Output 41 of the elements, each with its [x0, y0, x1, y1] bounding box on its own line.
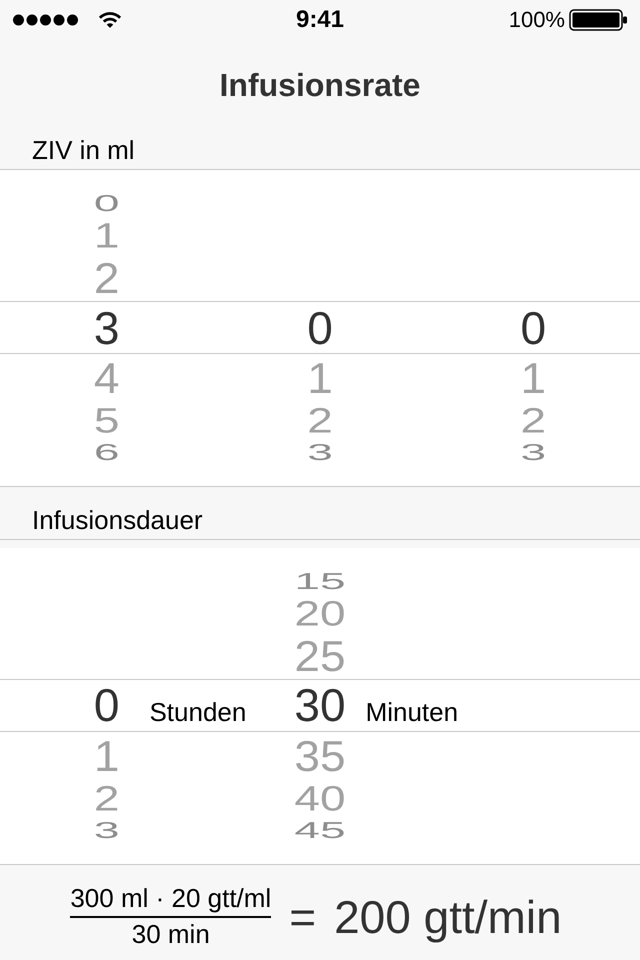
picker-value[interactable]: 2 [520, 402, 546, 438]
screen-title: Infusionsrate [220, 66, 420, 104]
unit-label: Minuten [366, 697, 458, 729]
picker-value[interactable]: 25 [294, 634, 346, 678]
unit-label: Stunden [149, 697, 246, 729]
battery-icon [569, 9, 629, 31]
picker-value[interactable]: 2 [94, 256, 120, 300]
picker-value[interactable]: 3 [307, 440, 333, 464]
picker-value[interactable]: 35 [294, 734, 346, 778]
picker-value[interactable]: 6 [94, 440, 120, 464]
picker-value[interactable]: 0 [520, 304, 546, 350]
picker-value[interactable]: 0 [94, 192, 120, 215]
picker-wheel[interactable]: 15 20 25 0 Stunden 30 Minuten 1 2 3 35 40 45 [0, 548, 640, 865]
picker-value[interactable]: 3 [520, 440, 546, 464]
formula-numerator: 300 ml · 20 gtt/ml [70, 884, 272, 913]
picker-value[interactable]: 2 [94, 780, 120, 816]
picker-value[interactable]: 1 [94, 217, 120, 252]
picker-wheel[interactable]: 0 1 2 3 0 0 4 5 6 1 2 3 1 2 3 [0, 170, 640, 487]
picker-value[interactable]: 5 [94, 402, 120, 438]
signal-icon [13, 14, 79, 26]
section-header: ZIV in ml [32, 135, 135, 165]
picker-value[interactable]: 0 [94, 682, 120, 728]
picker-value[interactable]: 1 [94, 734, 120, 778]
picker-value[interactable]: 30 [294, 682, 346, 728]
picker-value[interactable]: 4 [94, 356, 120, 400]
battery-percentage: 100% [508, 9, 565, 31]
equals-sign: = [289, 894, 316, 940]
picker-value[interactable]: 1 [307, 356, 333, 400]
section-header: Infusionsdauer [32, 505, 203, 535]
picker-value[interactable]: 40 [294, 780, 346, 816]
formula-denominator: 30 min [132, 920, 210, 949]
picker-value[interactable]: 20 [294, 595, 346, 630]
picker-value[interactable]: 2 [307, 402, 333, 438]
picker-value[interactable]: 3 [94, 304, 120, 350]
picker-value[interactable]: 3 [94, 818, 120, 842]
picker-value[interactable]: 15 [294, 570, 346, 593]
picker-value[interactable]: 0 [307, 304, 333, 350]
picker-value[interactable]: 45 [294, 818, 346, 842]
picker-value[interactable]: 1 [520, 356, 546, 400]
status-time: 9:41 [296, 8, 344, 32]
wifi-icon [98, 11, 122, 29]
